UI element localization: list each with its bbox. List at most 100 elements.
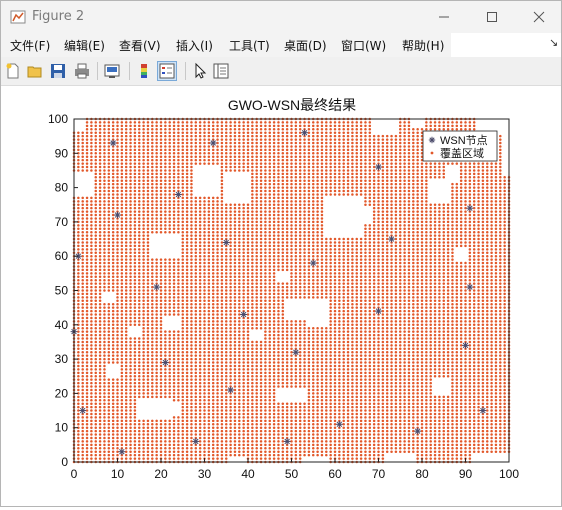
coverage-point — [203, 405, 206, 409]
coverage-point — [251, 213, 254, 217]
new-figure-icon[interactable] — [4, 62, 22, 80]
coverage-point — [281, 292, 285, 296]
coverage-point — [172, 344, 176, 347]
coverage-point — [85, 230, 89, 234]
insert-colorbar-icon[interactable] — [135, 62, 153, 80]
edit-plot-icon[interactable] — [191, 62, 209, 80]
coverage-point — [203, 145, 206, 148]
coverage-point — [116, 124, 119, 128]
coverage-point — [94, 440, 97, 443]
coverage-point — [238, 429, 241, 433]
coverage-point — [290, 433, 293, 436]
coverage-point — [198, 200, 202, 203]
open-file-icon[interactable] — [26, 62, 44, 80]
coverage-point — [290, 354, 293, 357]
coverage-point — [272, 453, 276, 457]
coverage-point — [264, 261, 267, 265]
coverage-point — [142, 323, 145, 327]
coverage-point — [220, 138, 224, 141]
coverage-point — [246, 409, 250, 412]
coverage-point — [290, 134, 293, 138]
coverage-point — [298, 203, 302, 206]
coverage-point — [216, 210, 219, 213]
coverage-point — [155, 186, 158, 189]
coverage-point — [142, 285, 145, 289]
coverage-point — [138, 285, 141, 289]
close-button[interactable] — [516, 1, 562, 33]
coverage-point — [142, 453, 145, 457]
coverage-point — [98, 210, 102, 213]
coverage-point — [151, 326, 154, 330]
menu-insert[interactable]: 插入(I) — [176, 37, 213, 54]
menu-desktop[interactable]: 桌面(D) — [284, 37, 327, 54]
coverage-point — [103, 340, 106, 344]
coverage-point — [133, 203, 137, 206]
menu-help[interactable]: 帮助(H) — [402, 37, 444, 54]
coverage-point — [281, 282, 285, 285]
coverage-point — [281, 193, 285, 196]
coverage-point — [277, 450, 280, 453]
coverage-point — [272, 436, 276, 440]
coverage-point — [255, 282, 258, 285]
coverage-point — [77, 248, 80, 251]
print-icon[interactable] — [73, 62, 91, 80]
coverage-point — [255, 213, 258, 217]
coverage-point — [259, 162, 263, 165]
coverage-point — [290, 275, 293, 279]
coverage-point — [229, 131, 232, 134]
coverage-point — [168, 299, 171, 303]
coverage-point — [207, 248, 211, 251]
coverage-point — [285, 193, 289, 196]
dock-arrow-icon[interactable]: ↘ — [549, 36, 558, 49]
coverage-point — [216, 423, 219, 426]
coverage-point — [294, 155, 298, 158]
coverage-point — [111, 124, 115, 128]
coverage-point — [81, 152, 84, 155]
maximize-button[interactable] — [469, 1, 515, 33]
menu-edit[interactable]: 编辑(E) — [64, 37, 105, 54]
coverage-point — [233, 399, 237, 402]
coverage-point — [277, 375, 280, 378]
coverage-point — [251, 165, 254, 169]
coverage-point — [290, 248, 293, 251]
coverage-point — [116, 268, 119, 272]
save-icon[interactable] — [49, 62, 67, 80]
coverage-point — [168, 186, 171, 189]
coverage-point — [255, 203, 258, 206]
coverage-point — [90, 234, 93, 237]
insert-legend-icon[interactable] — [157, 61, 177, 81]
coverage-point — [81, 230, 84, 234]
coverage-point — [277, 200, 280, 203]
coverage-point — [181, 416, 184, 419]
coverage-point — [238, 121, 241, 124]
coverage-point — [111, 234, 115, 237]
menu-tools[interactable]: 工具(T) — [229, 37, 270, 54]
property-inspector-icon[interactable] — [212, 62, 230, 80]
coverage-point — [238, 128, 241, 131]
coverage-point — [229, 265, 232, 268]
menu-file[interactable]: 文件(F) — [10, 37, 50, 54]
coverage-point — [90, 375, 93, 378]
menu-window[interactable]: 窗口(W) — [341, 37, 386, 54]
coverage-point — [290, 344, 293, 347]
link-plot-icon[interactable] — [103, 62, 121, 80]
coverage-point — [290, 227, 293, 231]
coverage-point — [94, 381, 97, 385]
coverage-point — [107, 145, 111, 148]
coverage-point — [103, 261, 106, 265]
coverage-point — [142, 131, 145, 134]
coverage-point — [168, 453, 171, 457]
coverage-point — [151, 457, 154, 460]
coverage-point — [211, 364, 215, 368]
coverage-point — [185, 196, 189, 200]
coverage-point — [207, 357, 211, 361]
coverage-point — [281, 433, 285, 436]
coverage-point — [190, 165, 193, 169]
menu-view[interactable]: 查看(V) — [119, 37, 161, 54]
coverage-point — [268, 316, 271, 320]
coverage-point — [259, 189, 263, 193]
coverage-point — [259, 423, 263, 426]
coverage-point — [133, 450, 137, 453]
minimize-button[interactable] — [421, 1, 467, 33]
coverage-point — [272, 258, 276, 261]
